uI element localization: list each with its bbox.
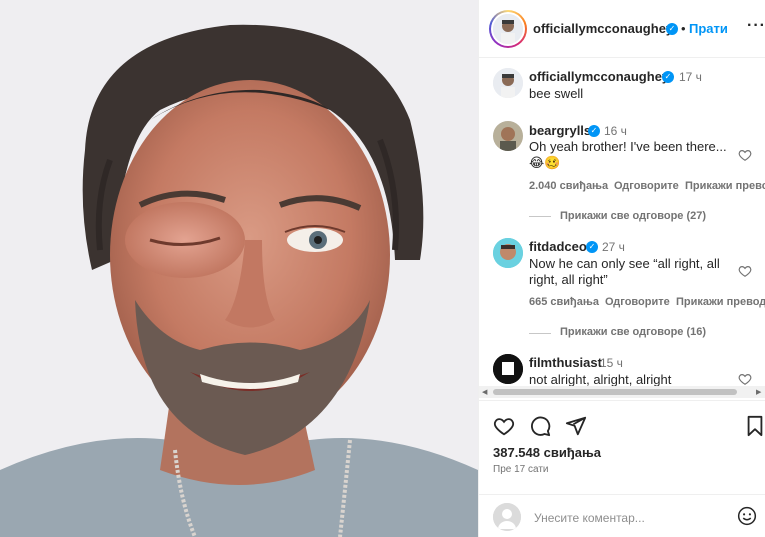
replies-divider: [529, 333, 551, 334]
post-timestamp[interactable]: Пре 17 сати: [493, 464, 549, 475]
comment-time[interactable]: 15 ч: [600, 356, 623, 370]
heart-icon[interactable]: [493, 415, 515, 437]
comment-text-line-1: Now he can only see “all right, all: [529, 256, 720, 271]
comment-likes-count[interactable]: 2.040 свиђања: [529, 180, 608, 192]
comment-reply-link[interactable]: Одговорите: [605, 296, 670, 308]
caption-author-avatar[interactable]: [493, 68, 523, 98]
send-icon[interactable]: [565, 415, 587, 437]
scroll-left-arrow-icon[interactable]: ◀: [482, 388, 487, 396]
horizontal-scrollbar[interactable]: ◀ ▶: [479, 386, 765, 398]
comment-text: Oh yeah brother! I've been there...: [529, 139, 727, 154]
add-comment-bar: Унесите коментар...: [479, 494, 765, 537]
comment-avatar[interactable]: [493, 121, 523, 151]
current-user-avatar: [493, 503, 521, 531]
smiley-icon[interactable]: [737, 506, 757, 526]
post-actions: 387.548 свиђања Пре 17 сати: [479, 400, 765, 490]
bookmark-icon[interactable]: [745, 415, 765, 437]
author-username[interactable]: officiallymcconaughey: [533, 21, 673, 36]
comment-like-heart-icon[interactable]: [738, 372, 752, 386]
view-replies-button[interactable]: Прикажи све одговоре (27): [560, 210, 706, 222]
follow-button[interactable]: Прати: [689, 21, 728, 36]
comment-username[interactable]: filmthusiast: [529, 355, 602, 370]
comment-username[interactable]: fitdadceo: [529, 239, 587, 254]
post-header: officiallymcconaughey ✓ • Прати ···: [479, 0, 765, 58]
post-side-panel: officiallymcconaughey ✓ • Прати ··· offi…: [478, 0, 765, 537]
comment-avatar[interactable]: [493, 238, 523, 268]
verified-badge-icon: ✓: [662, 71, 674, 83]
more-options-icon[interactable]: ···: [747, 17, 765, 35]
comment-username[interactable]: beargrylls: [529, 123, 591, 138]
author-story-ring[interactable]: [489, 10, 527, 48]
comment-like-heart-icon[interactable]: [738, 148, 752, 162]
author-avatar: [493, 14, 523, 44]
comment-avatar[interactable]: [493, 354, 523, 384]
comments-list[interactable]: officiallymcconaughey ✓ 17 ч bee swell b…: [479, 58, 765, 398]
caption-time[interactable]: 17 ч: [679, 70, 702, 84]
comment-time[interactable]: 16 ч: [604, 124, 627, 138]
post-photo[interactable]: [0, 0, 478, 537]
view-replies-button[interactable]: Прикажи све одговоре (16): [560, 326, 706, 338]
replies-divider: [529, 216, 551, 217]
comment-input[interactable]: Унесите коментар...: [534, 511, 645, 525]
caption-text: bee swell: [529, 86, 584, 101]
verified-badge-icon: ✓: [666, 23, 678, 35]
scrollbar-thumb[interactable]: [493, 389, 737, 395]
scroll-right-arrow-icon[interactable]: ▶: [756, 388, 761, 396]
comment-reply-link[interactable]: Одговорите: [614, 180, 679, 192]
verified-badge-icon: ✓: [586, 241, 598, 253]
comment-text-line-2: right, all right”: [529, 272, 608, 287]
likes-count[interactable]: 387.548 свиђања: [493, 445, 601, 460]
portrait-illustration: [0, 0, 478, 537]
comment-icon[interactable]: [529, 415, 551, 437]
caption-username[interactable]: officiallymcconaughey: [529, 69, 669, 84]
verified-badge-icon: ✓: [588, 125, 600, 137]
comment-time[interactable]: 27 ч: [602, 240, 625, 254]
comment-translate-link[interactable]: Прикажи превод: [676, 296, 765, 308]
comment-translate-link[interactable]: Прикажи превод: [685, 180, 765, 192]
comment-likes-count[interactable]: 665 свиђања: [529, 296, 599, 308]
comment-emoji: 😂🥴: [529, 155, 561, 170]
separator-dot: •: [681, 21, 686, 36]
comment-like-heart-icon[interactable]: [738, 264, 752, 278]
